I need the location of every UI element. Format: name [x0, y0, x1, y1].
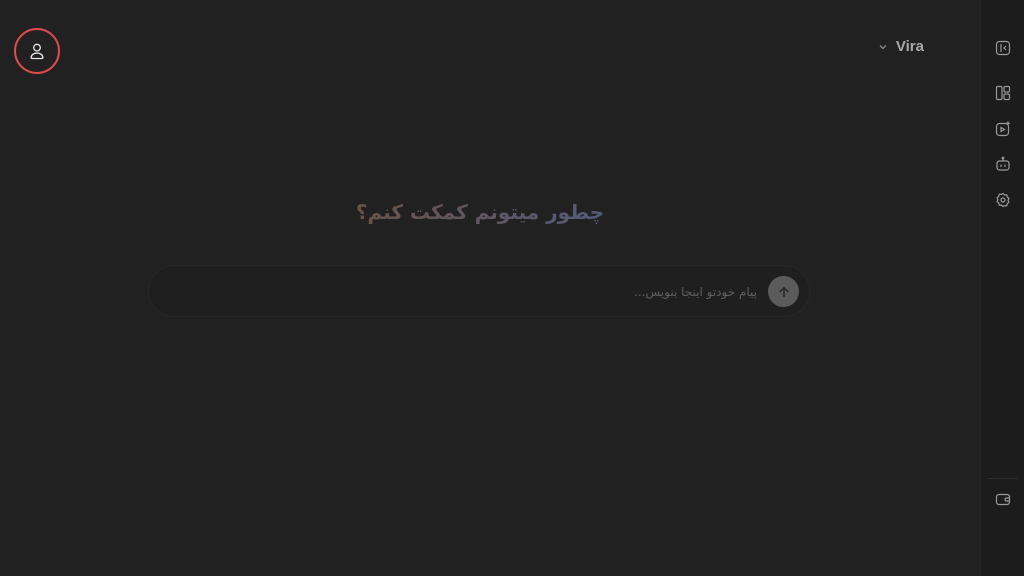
chat-app: Vira چطور میتونم کمکت کنم؟ — [0, 0, 1024, 576]
bot-button[interactable] — [994, 155, 1012, 173]
video-add-button[interactable] — [994, 120, 1012, 138]
model-selector[interactable]: Vira — [878, 38, 924, 55]
video-add-icon — [995, 121, 1011, 137]
message-input[interactable] — [195, 280, 759, 304]
wallet-button[interactable] — [994, 490, 1012, 508]
arrow-up-icon — [778, 286, 789, 297]
settings-badge-icon — [996, 192, 1010, 208]
layout-icon — [995, 85, 1011, 101]
collapse-panel-icon — [995, 40, 1011, 56]
settings-button[interactable] — [994, 191, 1012, 209]
model-name: Vira — [895, 38, 924, 55]
wallet-icon — [995, 493, 1011, 506]
profile-button[interactable] — [14, 28, 60, 74]
layout-button[interactable] — [994, 84, 1012, 102]
send-button[interactable] — [768, 276, 799, 307]
message-composer — [148, 265, 810, 317]
chevron-down-icon — [879, 44, 887, 49]
rail-divider — [987, 478, 1018, 479]
right-sidebar — [980, 0, 1024, 576]
robot-icon — [996, 156, 1010, 171]
collapse-panel-button[interactable] — [994, 39, 1012, 57]
user-icon — [30, 43, 44, 60]
greeting-heading: چطور میتونم کمکت کنم؟ — [355, 200, 605, 224]
